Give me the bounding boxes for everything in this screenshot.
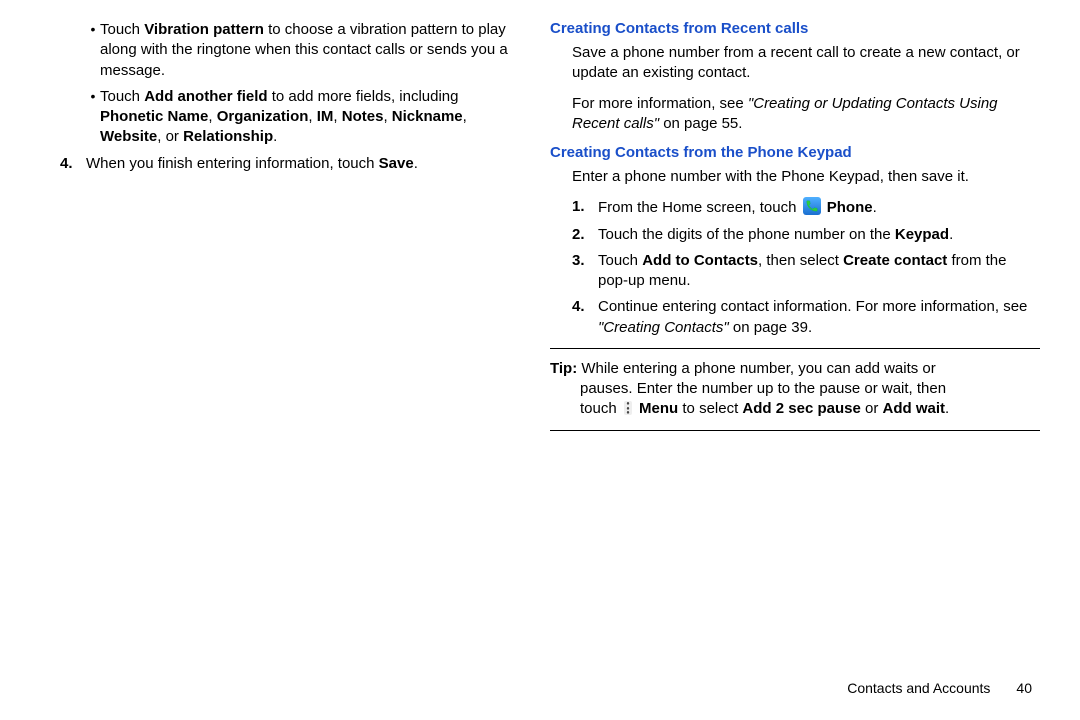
step-number: 3.: [572, 251, 598, 292]
step-text: Touch the digits of the phone number on …: [598, 225, 1040, 245]
step-4: 4. Continue entering contact information…: [572, 297, 1040, 338]
step-2: 2. Touch the digits of the phone number …: [572, 225, 1040, 245]
menu-icon: [624, 401, 632, 415]
bullet-marker: •: [86, 20, 100, 81]
tip-line: touch Menu to select Add 2 sec pause or …: [580, 399, 1040, 419]
step-text: From the Home screen, touch Phone.: [598, 197, 1040, 218]
paragraph: Save a phone number from a recent call t…: [572, 43, 1040, 84]
step-1: 1. From the Home screen, touch Phone.: [572, 197, 1040, 218]
left-column: • Touch Vibration pattern to choose a vi…: [40, 20, 540, 640]
bullet-text: Touch Add another field to add more fiel…: [100, 87, 520, 148]
heading-recent-calls: Creating Contacts from Recent calls: [550, 20, 1040, 37]
paragraph: Enter a phone number with the Phone Keyp…: [572, 167, 1040, 187]
step-4: 4. When you finish entering information,…: [60, 154, 520, 174]
step-text: When you finish entering information, to…: [86, 154, 520, 174]
step-number: 4.: [572, 297, 598, 338]
tip-line: pauses. Enter the number up to the pause…: [580, 379, 1040, 399]
paragraph: For more information, see "Creating or U…: [572, 94, 1040, 135]
tip-block: Tip: While entering a phone number, you …: [550, 359, 1040, 420]
bullet-item: • Touch Vibration pattern to choose a vi…: [86, 20, 520, 81]
page-footer: Contacts and Accounts 40: [847, 680, 1032, 696]
footer-section: Contacts and Accounts: [847, 680, 990, 696]
step-3: 3. Touch Add to Contacts, then select Cr…: [572, 251, 1040, 292]
divider: [550, 348, 1040, 349]
divider: [550, 430, 1040, 431]
bullet-list: • Touch Vibration pattern to choose a vi…: [86, 20, 520, 148]
phone-icon: [803, 197, 821, 215]
step-text: Continue entering contact information. F…: [598, 297, 1040, 338]
heading-phone-keypad: Creating Contacts from the Phone Keypad: [550, 144, 1040, 161]
step-text: Touch Add to Contacts, then select Creat…: [598, 251, 1040, 292]
bullet-marker: •: [86, 87, 100, 148]
step-number: 2.: [572, 225, 598, 245]
footer-page: 40: [1016, 680, 1032, 696]
bullet-item: • Touch Add another field to add more fi…: [86, 87, 520, 148]
step-number: 4.: [60, 154, 86, 174]
bullet-text: Touch Vibration pattern to choose a vibr…: [100, 20, 520, 81]
step-number: 1.: [572, 197, 598, 218]
right-column: Creating Contacts from Recent calls Save…: [540, 20, 1040, 640]
